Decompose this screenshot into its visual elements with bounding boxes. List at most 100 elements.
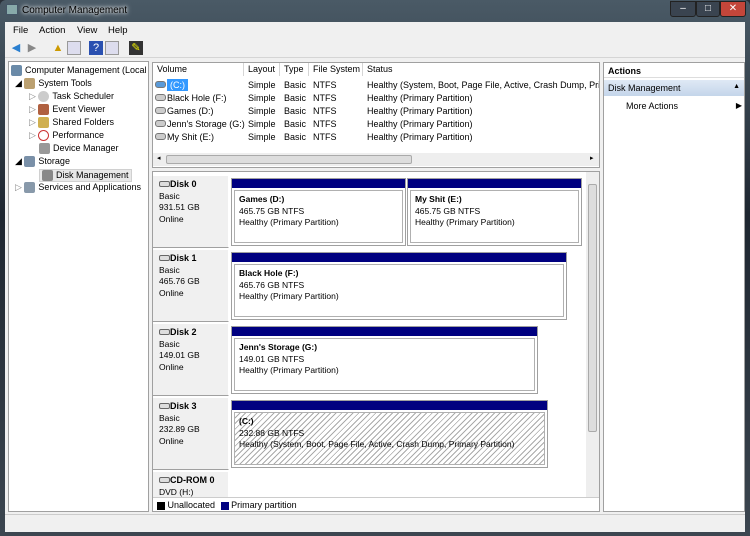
primary-partition-bar <box>232 253 566 262</box>
volume-cell: Healthy (Primary Partition) <box>367 93 473 103</box>
partition-info: Games (D:) 465.75 GB NTFS Healthy (Primary… <box>234 190 403 243</box>
volume-cell: Basic <box>284 93 307 103</box>
volume-drive-icon <box>155 81 166 88</box>
volume-row[interactable]: (C:) Simple Basic NTFS Healthy (System, Boot… <box>153 79 599 92</box>
partition[interactable]: Black Hole (F:) 465.76 GB NTFS Healthy (Pr… <box>231 252 567 320</box>
tree-root[interactable]: Computer Management (Local <box>11 65 147 77</box>
volume-cell: Basic <box>284 106 307 116</box>
partition-info: My Shit (E:) 465.75 GB NTFS Healthy (Prima… <box>410 190 579 243</box>
volume-drive-icon <box>155 107 166 114</box>
menu-file[interactable]: File <box>13 25 28 36</box>
close-button[interactable]: ✕ <box>720 1 746 17</box>
window-title: Computer Management <box>22 5 128 16</box>
console-tree: Computer Management (Local ◢ System Tool… <box>8 61 149 512</box>
partition[interactable]: My Shit (E:) 465.75 GB NTFS Healthy (Prima… <box>407 178 582 246</box>
legend-unallocated-swatch <box>157 501 165 510</box>
volume-drive-icon <box>155 94 166 101</box>
partition-info: Jenn's Storage (G:) 149.01 GB NTFS Healthy… <box>234 338 535 391</box>
tree-item-task-scheduler[interactable]: ▷ Task Scheduler <box>29 91 114 103</box>
disk-icon <box>159 181 170 187</box>
vertical-scroll-thumb[interactable] <box>588 184 597 432</box>
volume-cell: Simple <box>248 80 276 90</box>
horizontal-scroll-thumb[interactable] <box>166 155 412 164</box>
performance-icon <box>38 130 50 142</box>
tree-item-shared-folders[interactable]: ▷ Shared Folders <box>29 117 114 129</box>
legend-unallocated-label: Unallocated <box>167 500 216 510</box>
partition[interactable]: Games (D:) 465.75 GB NTFS Healthy (Primary… <box>231 178 406 246</box>
volume-cell: Simple <box>248 119 276 129</box>
primary-partition-bar <box>232 401 547 410</box>
menu-help[interactable]: Help <box>108 25 128 36</box>
client-area: File Action View Help ◀ ▶ ▲ ? ✎ Computer… <box>5 22 745 532</box>
legend-primary-label: Primary partition <box>231 500 297 510</box>
back-icon[interactable]: ◀ <box>9 41 23 55</box>
volume-cell: Healthy (System, Boot, Page File, Active… <box>367 80 600 90</box>
show-hide-tree-icon[interactable] <box>67 41 81 55</box>
maximize-button[interactable]: □ <box>696 1 720 17</box>
volume-cell: NTFS <box>313 119 337 129</box>
volume-cell: NTFS <box>313 93 337 103</box>
volume-list: Volume Layout Type File System Status (C… <box>152 62 600 168</box>
tools-icon <box>24 78 36 90</box>
properties-icon[interactable]: ✎ <box>129 41 143 55</box>
volume-cell: Basic <box>284 80 307 90</box>
more-actions[interactable]: More Actions ▶ <box>626 101 742 111</box>
menu-view[interactable]: View <box>77 25 97 36</box>
scroll-left-icon[interactable]: ◂ <box>157 154 161 162</box>
tree-item-system-tools[interactable]: ◢ System Tools <box>15 78 92 90</box>
partition[interactable]: Jenn's Storage (G:) 149.01 GB NTFS Healthy… <box>231 326 538 394</box>
volume-row[interactable]: Games (D:) Simple Basic NTFS Healthy (Primar… <box>153 105 599 118</box>
column-header-file-system[interactable]: File System <box>309 63 363 76</box>
forward-icon[interactable]: ▶ <box>25 41 39 55</box>
volume-row[interactable]: Jenn's Storage (G:) Simple Basic NTFS Health… <box>153 118 599 131</box>
legend-primary-swatch <box>220 501 229 510</box>
volume-cell: Jenn's Storage (G:) <box>167 119 245 129</box>
tree-item-services-and-applications[interactable]: ▷ Services and Applications <box>15 182 141 194</box>
horizontal-scrollbar[interactable]: ◂ ▸ <box>153 153 599 166</box>
disk-icon <box>159 329 170 335</box>
primary-partition-bar <box>232 179 405 188</box>
tree-item-storage[interactable]: ◢ Storage <box>15 156 70 168</box>
tree-item-performance[interactable]: ▷ Performance <box>29 130 104 142</box>
volume-row[interactable]: My Shit (E:) Simple Basic NTFS Healthy (Prim… <box>153 131 599 144</box>
actions-section-disk-management[interactable]: Disk Management ▲ <box>604 80 744 96</box>
tree-item-device-manager[interactable]: Device Manager <box>39 143 119 155</box>
services-icon <box>24 182 36 194</box>
column-header-type[interactable]: Type <box>280 63 309 76</box>
scroll-right-icon[interactable]: ▸ <box>590 154 594 162</box>
volume-cell: Simple <box>248 106 276 116</box>
tree-item-disk-management[interactable]: Disk Management <box>39 169 132 183</box>
collapse-icon[interactable]: ▲ <box>733 83 740 90</box>
volume-cell: NTFS <box>313 80 337 90</box>
volume-cell: Healthy (Primary Partition) <box>367 119 473 129</box>
disk-label[interactable]: Disk 2 Basic 149.01 GB Online <box>153 324 229 396</box>
tree-item-event-viewer[interactable]: ▷ Event Viewer <box>29 104 105 116</box>
disk-label[interactable]: Disk 1 Basic 465.76 GB Online <box>153 250 229 322</box>
clock-icon <box>38 91 50 103</box>
menu-action[interactable]: Action <box>39 25 65 36</box>
vertical-scrollbar[interactable] <box>586 172 599 497</box>
primary-partition-bar <box>408 179 581 188</box>
cdrom-icon <box>159 477 170 483</box>
volume-row[interactable]: Black Hole (F:) Simple Basic NTFS Healthy (P… <box>153 92 599 105</box>
volume-cell: Games (D:) <box>167 106 214 116</box>
volume-cell: Basic <box>284 119 307 129</box>
column-header-volume[interactable]: Volume <box>153 63 244 76</box>
column-header-layout[interactable]: Layout <box>244 63 280 76</box>
actions-title: Actions <box>604 63 744 78</box>
event-viewer-icon <box>38 104 50 116</box>
volume-cell: NTFS <box>313 132 337 142</box>
up-folder-icon[interactable]: ▲ <box>51 41 65 55</box>
disk-label[interactable]: Disk 0 Basic 931.51 GB Online <box>153 176 229 248</box>
primary-partition-bar <box>232 327 537 336</box>
column-header-status[interactable]: Status <box>363 63 599 76</box>
help-icon[interactable]: ? <box>89 41 103 55</box>
show-hide-action-pane-icon[interactable] <box>105 41 119 55</box>
storage-icon <box>24 156 36 168</box>
actions-pane: Actions Disk Management ▲ More Actions ▶ <box>603 62 745 512</box>
disk-label[interactable]: Disk 3 Basic 232.89 GB Online <box>153 398 229 470</box>
partition[interactable]: (C:) 232.88 GB NTFS Healthy (System, Boot,… <box>231 400 548 468</box>
volume-cell: Basic <box>284 132 307 142</box>
minimize-button[interactable]: – <box>670 1 696 17</box>
partition-info: Black Hole (F:) 465.76 GB NTFS Healthy (Pr… <box>234 264 564 317</box>
